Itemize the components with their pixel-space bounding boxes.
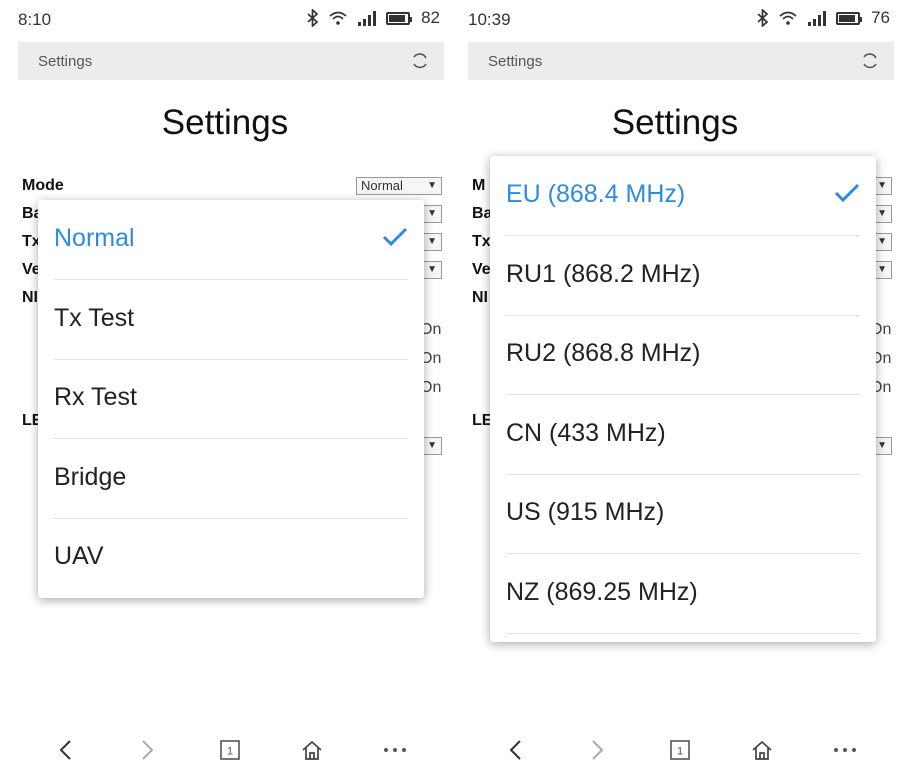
refresh-icon[interactable] [860, 51, 880, 71]
dropdown-option-uav[interactable]: UAV [54, 518, 408, 598]
signal-icon [807, 10, 827, 26]
dropdown-arrow-icon: ▼ [877, 264, 887, 275]
dropdown-arrow-icon: ▼ [877, 236, 887, 247]
option-label: CN (433 MHz) [506, 419, 666, 447]
mode-select-value: Normal [361, 178, 403, 193]
svg-text:1: 1 [677, 746, 683, 758]
form-label-mode: Mode [22, 177, 64, 194]
dropdown-option-ru2[interactable]: RU2 (868.8 MHz) [506, 315, 860, 395]
option-label: Rx Test [54, 383, 137, 411]
divider [506, 633, 860, 634]
form-label: NI [472, 289, 488, 306]
dropdown-option-us[interactable]: US (915 MHz) [506, 474, 860, 554]
form-label: NI [22, 289, 38, 306]
dropdown-arrow-icon: ▼ [427, 236, 437, 247]
checkmark-icon [382, 226, 408, 248]
back-icon[interactable] [50, 737, 80, 763]
battery-icon [836, 11, 863, 25]
option-label: US (915 MHz) [506, 498, 665, 526]
browser-toolbar: 1 [450, 723, 900, 777]
phone-screen-right: 10:39 76 Settings Settings M Ba Tx Ve NI… [450, 0, 900, 777]
form-label: Tx [472, 233, 491, 250]
clock: 8:10 [18, 10, 52, 29]
address-title: Settings [38, 53, 93, 70]
form-label-mode: M [472, 177, 486, 194]
back-icon[interactable] [500, 737, 530, 763]
option-label: RU2 (868.8 MHz) [506, 339, 701, 367]
status-bar: 8:10 82 [0, 0, 450, 40]
checkmark-icon [834, 182, 860, 204]
address-bar[interactable]: Settings [468, 42, 894, 80]
dropdown-option-nz[interactable]: NZ (869.25 MHz) [506, 554, 860, 634]
option-label: Normal [54, 224, 135, 252]
dropdown-option-normal[interactable]: Normal [54, 200, 408, 280]
svg-text:1: 1 [227, 746, 233, 758]
home-icon[interactable] [297, 737, 327, 763]
option-label: NZ (869.25 MHz) [506, 578, 698, 606]
form-label: Ve [472, 261, 491, 278]
page-title: Settings [611, 103, 739, 142]
dropdown-arrow-icon: ▼ [427, 180, 437, 191]
browser-toolbar: 1 [0, 723, 450, 777]
tabs-icon[interactable]: 1 [665, 737, 695, 763]
dropdown-option-bridge[interactable]: Bridge [54, 439, 408, 519]
signal-icon [357, 10, 377, 26]
clock: 10:39 [468, 10, 511, 29]
option-label: UAV [54, 542, 104, 570]
battery-percent: 76 [871, 8, 890, 27]
dropdown-arrow-icon: ▼ [877, 180, 887, 191]
dropdown-option-cn[interactable]: CN (433 MHz) [506, 395, 860, 475]
dropdown-arrow-icon: ▼ [427, 440, 437, 451]
battery-percent: 82 [421, 8, 440, 27]
mode-select[interactable]: Normal ▼ [356, 177, 442, 195]
mode-dropdown: Normal Tx Test Rx Test Bridge UAV [38, 200, 424, 598]
option-label: EU (868.4 MHz) [506, 180, 686, 208]
dropdown-arrow-icon: ▼ [427, 264, 437, 275]
dropdown-arrow-icon: ▼ [877, 208, 887, 219]
forward-icon[interactable] [133, 737, 163, 763]
dropdown-option-ru1[interactable]: RU1 (868.2 MHz) [506, 236, 860, 316]
more-icon[interactable] [830, 737, 860, 763]
phone-screen-left: 8:10 82 Settings Settings Mode Ba Tx Ve … [0, 0, 450, 777]
option-label: Bridge [54, 463, 127, 491]
bluetooth-icon [757, 9, 769, 27]
option-label: Tx Test [54, 304, 135, 332]
page-title: Settings [161, 103, 289, 142]
dropdown-option-tx-test[interactable]: Tx Test [54, 280, 408, 360]
dropdown-arrow-icon: ▼ [877, 440, 887, 451]
dropdown-option-eu[interactable]: EU (868.4 MHz) [506, 156, 860, 236]
home-icon[interactable] [747, 737, 777, 763]
dropdown-arrow-icon: ▼ [427, 208, 437, 219]
wifi-icon [328, 10, 348, 26]
tabs-icon[interactable]: 1 [215, 737, 245, 763]
refresh-icon[interactable] [410, 51, 430, 71]
bluetooth-icon [307, 9, 319, 27]
wifi-icon [778, 10, 798, 26]
frequency-dropdown: EU (868.4 MHz) RU1 (868.2 MHz) RU2 (868.… [490, 156, 876, 642]
more-icon[interactable] [380, 737, 410, 763]
battery-icon [386, 11, 413, 25]
dropdown-option-rx-test[interactable]: Rx Test [54, 359, 408, 439]
option-label: RU1 (868.2 MHz) [506, 260, 701, 288]
address-bar[interactable]: Settings [18, 42, 444, 80]
forward-icon[interactable] [583, 737, 613, 763]
status-bar: 10:39 76 [450, 0, 900, 40]
address-title: Settings [488, 53, 543, 70]
